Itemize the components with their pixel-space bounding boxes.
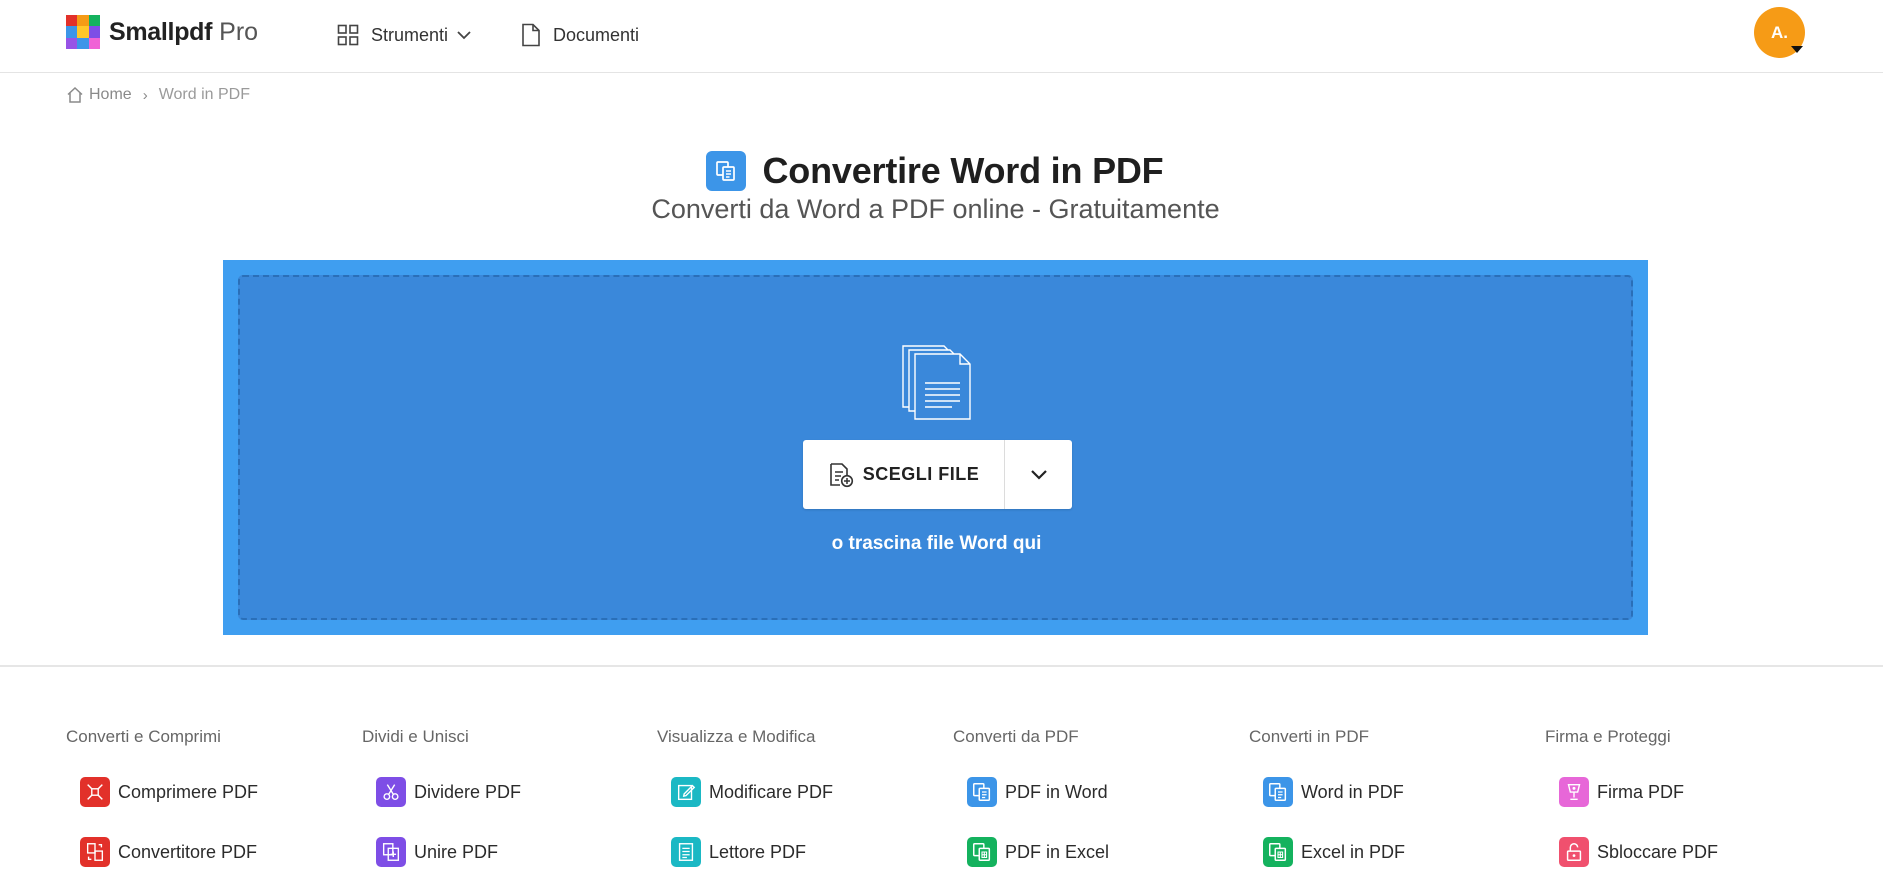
avatar-initials: A. bbox=[1771, 22, 1788, 42]
choose-file-label: SCEGLI FILE bbox=[862, 464, 980, 484]
drag-drop-hint: o trascina file Word qui bbox=[831, 533, 1042, 554]
merge-icon bbox=[376, 837, 406, 867]
breadcrumb-separator: › bbox=[142, 86, 148, 104]
sign-icon bbox=[1559, 777, 1589, 807]
tools-column-title: Converti da PDF bbox=[953, 727, 1079, 746]
tool-link[interactable]: PDF in Excel bbox=[967, 837, 1109, 867]
tool-link[interactable]: Unire PDF bbox=[376, 837, 498, 867]
tool-link[interactable]: Firma PDF bbox=[1559, 777, 1684, 807]
tools-column-title: Converti e Comprimi bbox=[66, 727, 221, 746]
page-title: Convertire Word in PDF bbox=[762, 150, 1164, 191]
nav-tools-label: Strumenti bbox=[371, 24, 449, 45]
upload-dropzone-area[interactable]: SCEGLI FILE o trascina file Word qui bbox=[238, 275, 1633, 620]
chevron-down-icon bbox=[1030, 469, 1047, 480]
brand-suffix: Pro bbox=[219, 17, 259, 46]
tool-link[interactable]: Comprimere PDF bbox=[80, 777, 258, 807]
tools-column-title: Firma e Proteggi bbox=[1545, 727, 1671, 746]
tool-link-label: Comprimere PDF bbox=[118, 781, 259, 802]
tool-link[interactable]: Excel in PDF bbox=[1263, 837, 1405, 867]
compress-icon bbox=[80, 777, 110, 807]
excel-icon bbox=[967, 837, 997, 867]
tool-link-label: Sbloccare PDF bbox=[1597, 841, 1719, 862]
tool-link[interactable]: Word in PDF bbox=[1263, 777, 1404, 807]
more-upload-options-button[interactable] bbox=[1005, 440, 1072, 509]
tool-link-label: Firma PDF bbox=[1597, 781, 1684, 802]
tools-column: Dividi e Unisci Dividere PDF Unire PDF bbox=[362, 727, 642, 886]
breadcrumb: Home › Word in PDF bbox=[66, 84, 250, 106]
add-file-icon bbox=[829, 462, 853, 487]
tool-link-label: Unire PDF bbox=[414, 841, 499, 862]
upload-button-group: SCEGLI FILE bbox=[803, 440, 1072, 509]
tools-column: Converti da PDF PDF in Word PDF in Excel bbox=[953, 727, 1233, 886]
user-avatar[interactable]: A. bbox=[1754, 7, 1805, 58]
brand-name: Smallpdf bbox=[109, 17, 213, 46]
document-icon bbox=[522, 23, 540, 47]
tool-link-label: Lettore PDF bbox=[709, 841, 807, 862]
scissors-icon bbox=[376, 777, 406, 807]
page-subtitle: Converti da Word a PDF online - Gratuita… bbox=[651, 194, 1220, 224]
word-icon bbox=[967, 777, 997, 807]
breadcrumb-home-link[interactable]: Home bbox=[66, 86, 132, 104]
tool-link-label: Dividere PDF bbox=[414, 781, 522, 802]
upload-dropzone[interactable]: SCEGLI FILE o trascina file Word qui bbox=[223, 260, 1648, 635]
breadcrumb-current: Word in PDF bbox=[158, 86, 250, 103]
breadcrumb-home-label: Home bbox=[89, 86, 132, 103]
tool-link-label: Modificare PDF bbox=[709, 781, 834, 802]
top-header: Smallpdf Pro Strumenti Documenti A. bbox=[0, 0, 1883, 73]
tool-link-label: Excel in PDF bbox=[1301, 841, 1406, 862]
tool-link[interactable]: Lettore PDF bbox=[671, 837, 806, 867]
tool-link-label: Convertitore PDF bbox=[118, 841, 258, 862]
excel-icon bbox=[1263, 837, 1293, 867]
tool-link[interactable]: Sbloccare PDF bbox=[1559, 837, 1718, 867]
tools-column: Converti e Comprimi Comprimere PDF Convert… bbox=[66, 727, 346, 886]
reader-icon bbox=[671, 837, 701, 867]
home-icon bbox=[67, 86, 83, 103]
word-to-pdf-tool-icon bbox=[705, 151, 746, 191]
section-divider bbox=[0, 665, 1883, 667]
nav-documents-label: Documenti bbox=[553, 24, 640, 45]
chevron-down-icon bbox=[457, 31, 471, 40]
tool-link[interactable]: PDF in Word bbox=[967, 777, 1108, 807]
convert-icon bbox=[80, 837, 110, 867]
word-icon bbox=[1263, 777, 1293, 807]
tools-column-title: Visualizza e Modifica bbox=[657, 727, 816, 746]
nav-tools-menu[interactable]: Strumenti bbox=[337, 20, 472, 50]
tool-link-label: PDF in Excel bbox=[1005, 841, 1110, 862]
tools-directory: Converti e Comprimi Comprimere PDF Convert… bbox=[66, 727, 1866, 886]
grid-icon bbox=[337, 24, 359, 46]
edit-icon bbox=[671, 777, 701, 807]
nav-documents-link[interactable]: Documenti bbox=[521, 20, 639, 50]
tools-column-title: Dividi e Unisci bbox=[362, 727, 469, 746]
choose-file-button[interactable]: SCEGLI FILE bbox=[803, 440, 1005, 509]
tools-column: Visualizza e Modifica Modificare PDF Letto… bbox=[657, 727, 937, 886]
tools-column-title: Converti in PDF bbox=[1249, 727, 1369, 746]
avatar-dropdown-caret-icon bbox=[1791, 46, 1803, 53]
tool-link[interactable]: Convertitore PDF bbox=[80, 837, 257, 867]
smallpdf-logo-icon bbox=[66, 15, 100, 49]
tool-link-label: Word in PDF bbox=[1301, 781, 1404, 802]
documents-illustration-icon bbox=[902, 345, 971, 420]
tool-link[interactable]: Dividere PDF bbox=[376, 777, 521, 807]
unlock-icon bbox=[1559, 837, 1589, 867]
tool-link[interactable]: Modificare PDF bbox=[671, 777, 833, 807]
tools-column: Converti in PDF Word in PDF Excel in PDF bbox=[1249, 727, 1529, 886]
title-row: Convertire Word in PDF bbox=[0, 150, 1883, 192]
tool-link-label: PDF in Word bbox=[1005, 781, 1108, 802]
tools-column: Firma e Proteggi Firma PDF Sbloccare PDF bbox=[1545, 727, 1825, 886]
smallpdf-logo[interactable]: Smallpdf Pro bbox=[66, 15, 258, 49]
